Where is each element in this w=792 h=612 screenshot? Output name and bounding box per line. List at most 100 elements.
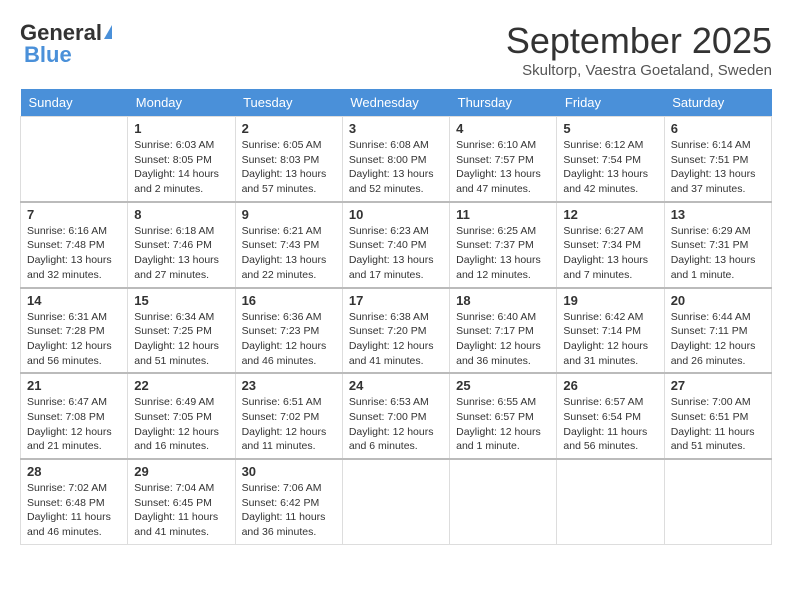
day-info: Sunrise: 6:03 AMSunset: 8:05 PMDaylight:…	[134, 138, 228, 197]
day-number: 13	[671, 207, 765, 222]
calendar-table: Sunday Monday Tuesday Wednesday Thursday…	[20, 89, 772, 545]
table-row: 15 Sunrise: 6:34 AMSunset: 7:25 PMDayligh…	[128, 288, 235, 374]
title-section: September 2025 Skultorp, Vaestra Goetala…	[506, 20, 772, 79]
day-number: 8	[134, 207, 228, 222]
day-info: Sunrise: 6:31 AMSunset: 7:28 PMDaylight:…	[27, 310, 121, 369]
day-number: 21	[27, 378, 121, 393]
day-number: 24	[349, 378, 443, 393]
table-row: 23Sunrise: 6:51 AMSunset: 7:02 PMDayligh…	[235, 373, 342, 459]
day-number: 22	[134, 378, 228, 393]
table-row: 19 Sunrise: 6:42 AMSunset: 7:14 PMDayligh…	[557, 288, 664, 374]
day-number: 6	[671, 121, 765, 136]
day-number: 25	[456, 378, 550, 393]
day-info: Sunrise: 6:12 AMSunset: 7:54 PMDaylight:…	[563, 138, 657, 197]
table-row: 18 Sunrise: 6:40 AMSunset: 7:17 PMDayligh…	[450, 288, 557, 374]
day-info: Sunrise: 6:29 AMSunset: 7:31 PMDaylight:…	[671, 224, 765, 283]
table-row: 6 Sunrise: 6:14 AMSunset: 7:51 PMDaylight…	[664, 117, 771, 202]
day-number: 26	[563, 378, 657, 393]
logo-blue-text: Blue	[24, 42, 72, 68]
table-row: 2 Sunrise: 6:05 AMSunset: 8:03 PMDaylight…	[235, 117, 342, 202]
location: Skultorp, Vaestra Goetaland, Sweden	[506, 62, 772, 79]
calendar-week-row: 7 Sunrise: 6:16 AMSunset: 7:48 PMDaylight…	[21, 202, 772, 288]
day-info: Sunrise: 6:57 AMSunset: 6:54 PMDaylight:…	[563, 395, 657, 454]
header-tuesday: Tuesday	[235, 89, 342, 117]
day-number: 19	[563, 293, 657, 308]
day-number: 9	[242, 207, 336, 222]
day-number: 4	[456, 121, 550, 136]
day-info: Sunrise: 6:08 AMSunset: 8:00 PMDaylight:…	[349, 138, 443, 197]
calendar-week-row: 14 Sunrise: 6:31 AMSunset: 7:28 PMDayligh…	[21, 288, 772, 374]
table-row: 3 Sunrise: 6:08 AMSunset: 8:00 PMDaylight…	[342, 117, 449, 202]
table-row: 8Sunrise: 6:18 AMSunset: 7:46 PMDaylight…	[128, 202, 235, 288]
table-row: 14 Sunrise: 6:31 AMSunset: 7:28 PMDayligh…	[21, 288, 128, 374]
day-info: Sunrise: 6:44 AMSunset: 7:11 PMDaylight:…	[671, 310, 765, 369]
table-row	[342, 459, 449, 544]
day-number: 20	[671, 293, 765, 308]
day-number: 28	[27, 464, 121, 479]
day-info: Sunrise: 6:25 AMSunset: 7:37 PMDaylight:…	[456, 224, 550, 283]
day-number: 5	[563, 121, 657, 136]
table-row: 20 Sunrise: 6:44 AMSunset: 7:11 PMDayligh…	[664, 288, 771, 374]
table-row: 7 Sunrise: 6:16 AMSunset: 7:48 PMDaylight…	[21, 202, 128, 288]
table-row: 4 Sunrise: 6:10 AMSunset: 7:57 PMDaylight…	[450, 117, 557, 202]
day-info: Sunrise: 6:10 AMSunset: 7:57 PMDaylight:…	[456, 138, 550, 197]
day-number: 10	[349, 207, 443, 222]
logo-icon	[104, 25, 112, 39]
day-number: 16	[242, 293, 336, 308]
table-row: 21Sunrise: 6:47 AMSunset: 7:08 PMDayligh…	[21, 373, 128, 459]
day-number: 2	[242, 121, 336, 136]
calendar-week-row: 1 Sunrise: 6:03 AMSunset: 8:05 PMDaylight…	[21, 117, 772, 202]
day-number: 1	[134, 121, 228, 136]
table-row: 27 Sunrise: 7:00 AMSunset: 6:51 PMDayligh…	[664, 373, 771, 459]
day-info: Sunrise: 6:53 AMSunset: 7:00 PMDaylight:…	[349, 395, 443, 454]
day-number: 29	[134, 464, 228, 479]
day-number: 27	[671, 378, 765, 393]
table-row: 12Sunrise: 6:27 AMSunset: 7:34 PMDayligh…	[557, 202, 664, 288]
day-info: Sunrise: 7:02 AMSunset: 6:48 PMDaylight:…	[27, 481, 121, 540]
header-wednesday: Wednesday	[342, 89, 449, 117]
table-row: 17Sunrise: 6:38 AMSunset: 7:20 PMDayligh…	[342, 288, 449, 374]
table-row	[21, 117, 128, 202]
day-info: Sunrise: 6:36 AMSunset: 7:23 PMDaylight:…	[242, 310, 336, 369]
day-info: Sunrise: 6:51 AMSunset: 7:02 PMDaylight:…	[242, 395, 336, 454]
table-row: 5 Sunrise: 6:12 AMSunset: 7:54 PMDaylight…	[557, 117, 664, 202]
day-info: Sunrise: 7:00 AMSunset: 6:51 PMDaylight:…	[671, 395, 765, 454]
day-info: Sunrise: 6:49 AMSunset: 7:05 PMDaylight:…	[134, 395, 228, 454]
header-monday: Monday	[128, 89, 235, 117]
logo: General Blue	[20, 20, 112, 68]
table-row: 30 Sunrise: 7:06 AMSunset: 6:42 PMDayligh…	[235, 459, 342, 544]
day-info: Sunrise: 7:04 AMSunset: 6:45 PMDaylight:…	[134, 481, 228, 540]
day-info: Sunrise: 6:34 AMSunset: 7:25 PMDaylight:…	[134, 310, 228, 369]
day-info: Sunrise: 6:42 AMSunset: 7:14 PMDaylight:…	[563, 310, 657, 369]
day-number: 30	[242, 464, 336, 479]
table-row: 9Sunrise: 6:21 AMSunset: 7:43 PMDaylight…	[235, 202, 342, 288]
day-number: 18	[456, 293, 550, 308]
day-info: Sunrise: 6:40 AMSunset: 7:17 PMDaylight:…	[456, 310, 550, 369]
day-info: Sunrise: 6:38 AMSunset: 7:20 PMDaylight:…	[349, 310, 443, 369]
table-row	[450, 459, 557, 544]
day-info: Sunrise: 6:23 AMSunset: 7:40 PMDaylight:…	[349, 224, 443, 283]
month-title: September 2025	[506, 20, 772, 62]
table-row	[557, 459, 664, 544]
day-number: 15	[134, 293, 228, 308]
table-row: 16 Sunrise: 6:36 AMSunset: 7:23 PMDayligh…	[235, 288, 342, 374]
table-row: 1 Sunrise: 6:03 AMSunset: 8:05 PMDaylight…	[128, 117, 235, 202]
day-info: Sunrise: 6:14 AMSunset: 7:51 PMDaylight:…	[671, 138, 765, 197]
day-number: 7	[27, 207, 121, 222]
day-info: Sunrise: 6:05 AMSunset: 8:03 PMDaylight:…	[242, 138, 336, 197]
day-number: 14	[27, 293, 121, 308]
day-info: Sunrise: 6:55 AMSunset: 6:57 PMDaylight:…	[456, 395, 550, 454]
day-info: Sunrise: 6:16 AMSunset: 7:48 PMDaylight:…	[27, 224, 121, 283]
header-friday: Friday	[557, 89, 664, 117]
header-sunday: Sunday	[21, 89, 128, 117]
table-row: 11 Sunrise: 6:25 AMSunset: 7:37 PMDayligh…	[450, 202, 557, 288]
day-info: Sunrise: 7:06 AMSunset: 6:42 PMDaylight:…	[242, 481, 336, 540]
day-number: 11	[456, 207, 550, 222]
day-number: 3	[349, 121, 443, 136]
header-saturday: Saturday	[664, 89, 771, 117]
day-info: Sunrise: 6:27 AMSunset: 7:34 PMDaylight:…	[563, 224, 657, 283]
calendar-week-row: 21Sunrise: 6:47 AMSunset: 7:08 PMDayligh…	[21, 373, 772, 459]
calendar-header-row: Sunday Monday Tuesday Wednesday Thursday…	[21, 89, 772, 117]
table-row: 24 Sunrise: 6:53 AMSunset: 7:00 PMDayligh…	[342, 373, 449, 459]
table-row	[664, 459, 771, 544]
